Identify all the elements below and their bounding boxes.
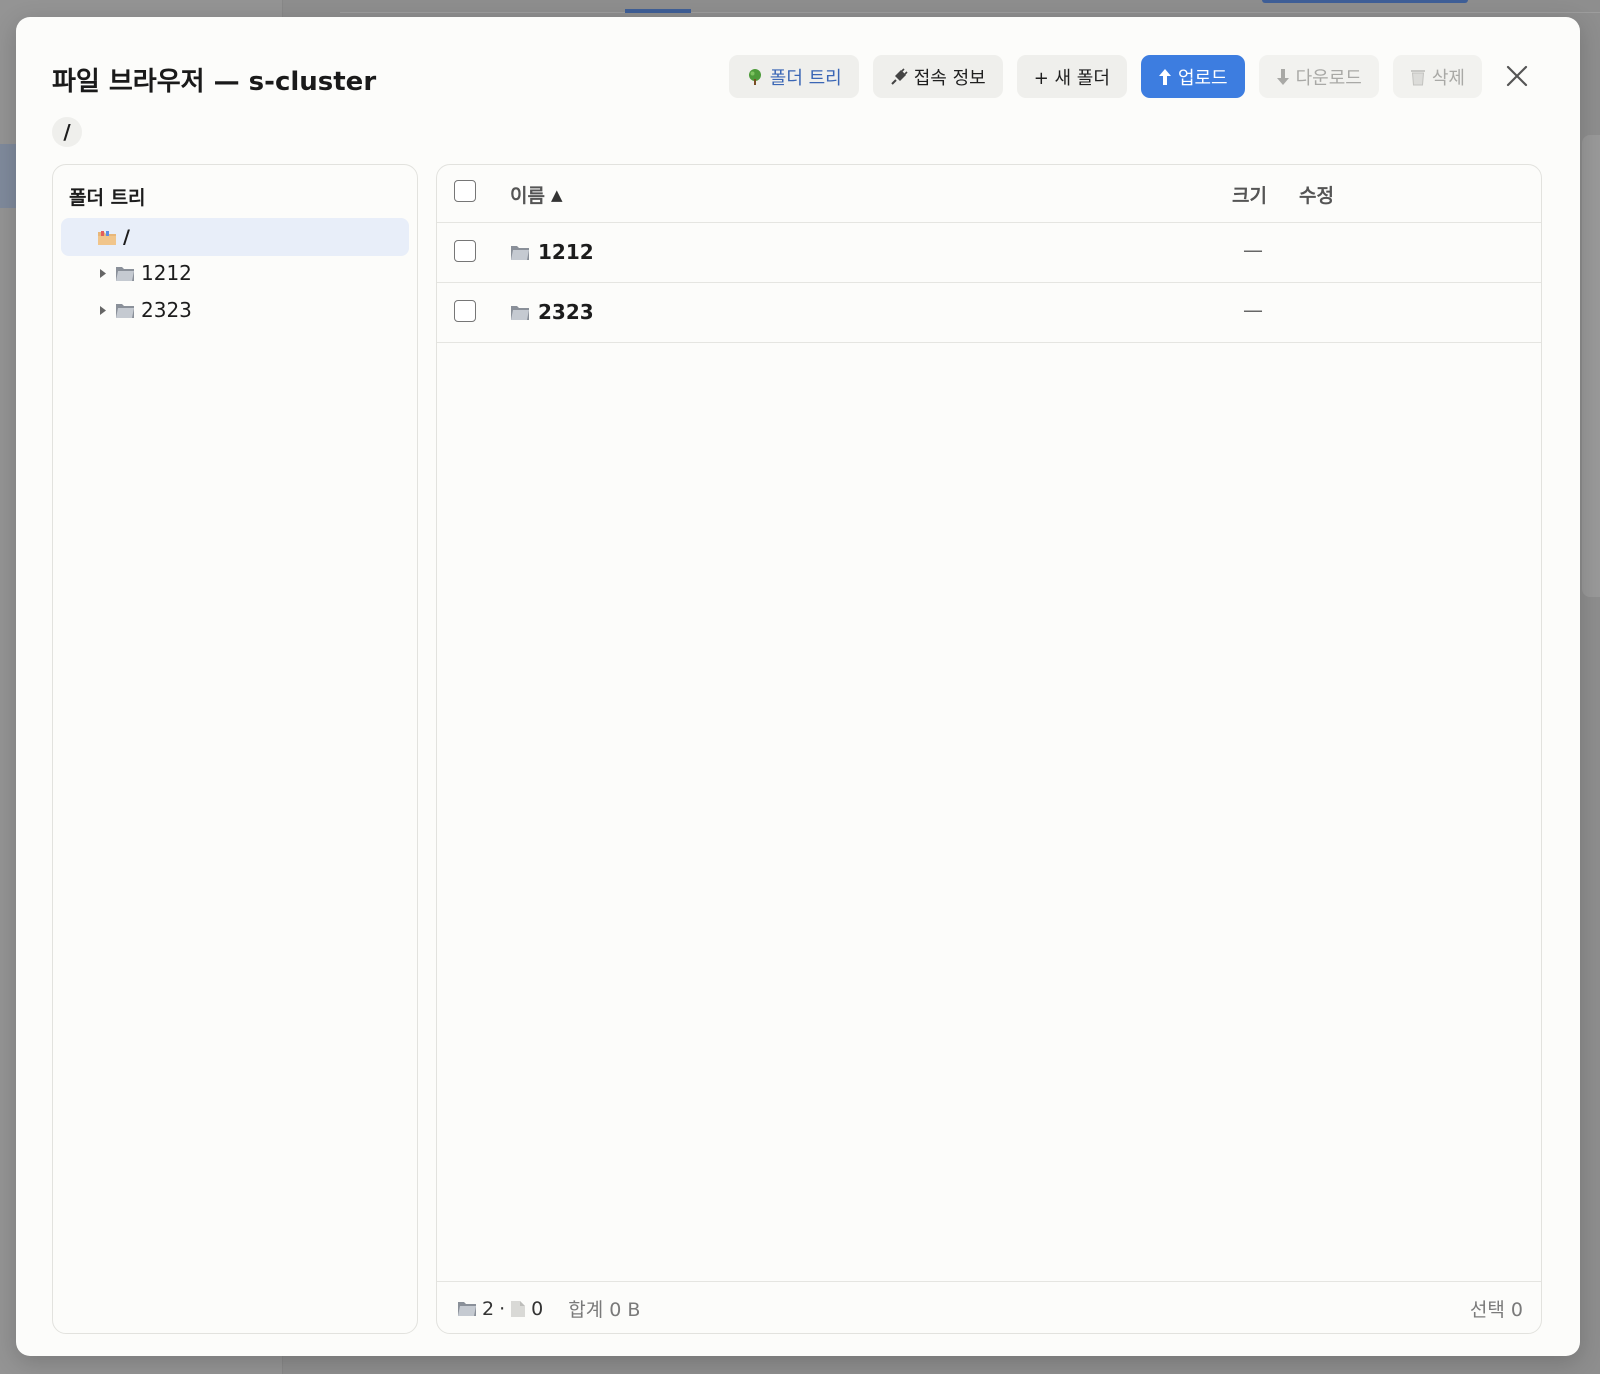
row-checkbox[interactable]: [454, 300, 476, 322]
tree-title: 폴더 트리: [69, 187, 146, 209]
trash-icon: [1410, 69, 1425, 85]
status-bar: 2 · 0 합계 0 B 선택 0: [437, 1281, 1541, 1333]
connection-info-label: 접속 정보: [913, 67, 986, 89]
table-row[interactable]: 1212 —: [437, 223, 1541, 283]
folder-icon: [116, 303, 134, 318]
column-header-name[interactable]: 이름 ▲: [510, 181, 563, 208]
tree-item-label: 1212: [141, 261, 192, 285]
tree-icon: [748, 68, 761, 85]
delete-button[interactable]: 삭제: [1392, 55, 1482, 98]
file-count: 0: [531, 1297, 544, 1320]
row-size: —: [1243, 238, 1263, 262]
file-list-panel: 이름 ▲ 크기 수정 1212 — 2323 — 2 · 0 합계 0 B 선택…: [436, 164, 1542, 1334]
caret-right-icon[interactable]: [97, 305, 109, 315]
background-selected-item: [0, 144, 16, 208]
row-name[interactable]: 2323: [510, 300, 594, 324]
total-size: 합계 0 B: [568, 1299, 641, 1321]
tree-item-2323[interactable]: 2323: [97, 295, 192, 325]
table-row[interactable]: 2323 —: [437, 283, 1541, 343]
folder-icon: [458, 1302, 476, 1316]
column-name-label: 이름: [510, 185, 545, 207]
tree-item-label: 2323: [141, 298, 192, 322]
delete-label: 삭제: [1431, 67, 1465, 89]
background-active-tab: [625, 9, 691, 13]
toolbar: 폴더 트리 접속 정보 + 새 폴더 업로드 다운로드 삭제: [728, 55, 1482, 98]
sort-ascending-icon: ▲: [550, 185, 563, 204]
download-button[interactable]: 다운로드: [1258, 55, 1379, 98]
row-checkbox[interactable]: [454, 240, 476, 262]
file-icon: [511, 1300, 526, 1317]
breadcrumb-root[interactable]: /: [52, 117, 82, 147]
column-header-size[interactable]: 크기: [1232, 181, 1267, 208]
row-name-label: 2323: [538, 300, 594, 324]
background-button: [1262, 0, 1468, 3]
arrow-down-icon: [1276, 68, 1289, 85]
dialog-title: 파일 브라우저 — s-cluster: [52, 67, 377, 97]
table-header: 이름 ▲ 크기 수정: [437, 165, 1541, 223]
status-counts: 2 · 0 합계 0 B: [457, 1295, 640, 1322]
tree-root-label: /: [123, 226, 130, 248]
new-folder-label: + 새 폴더: [1033, 67, 1110, 89]
folder-icon: [116, 266, 134, 281]
folder-tree-button[interactable]: 폴더 트리: [728, 55, 859, 98]
folder-tree-panel: 폴더 트리 / 1212 2323: [52, 164, 418, 1334]
caret-right-icon[interactable]: [97, 268, 109, 278]
close-button[interactable]: [1502, 61, 1532, 91]
background-divider: [340, 12, 1600, 13]
select-all-checkbox[interactable]: [454, 180, 476, 202]
background-panel: [1582, 135, 1600, 597]
arrow-up-icon: [1158, 68, 1171, 85]
folder-icon: [511, 245, 529, 260]
connection-info-button[interactable]: 접속 정보: [872, 55, 1003, 98]
tree-item-1212[interactable]: 1212: [97, 258, 192, 288]
file-browser-dialog: 파일 브라우저 — s-cluster 폴더 트리 접속 정보 + 새 폴더 업…: [16, 17, 1580, 1356]
tree-item-root[interactable]: /: [61, 218, 409, 256]
open-folder-icon: [98, 230, 116, 245]
row-name[interactable]: 1212: [510, 240, 594, 264]
plug-icon: [891, 67, 908, 85]
folder-count: 2: [482, 1297, 495, 1320]
row-size: —: [1243, 298, 1263, 322]
column-header-modified[interactable]: 수정: [1299, 181, 1334, 208]
row-name-label: 1212: [538, 240, 594, 264]
selected-count: 선택 0: [1469, 1299, 1523, 1321]
upload-button[interactable]: 업로드: [1140, 55, 1245, 98]
download-label: 다운로드: [1295, 67, 1362, 89]
close-icon: [1506, 65, 1528, 87]
folder-tree-label: 폴더 트리: [769, 67, 842, 89]
upload-label: 업로드: [1177, 67, 1228, 89]
new-folder-button[interactable]: + 새 폴더: [1016, 55, 1127, 98]
folder-icon: [511, 305, 529, 320]
count-separator: ·: [499, 1297, 506, 1320]
